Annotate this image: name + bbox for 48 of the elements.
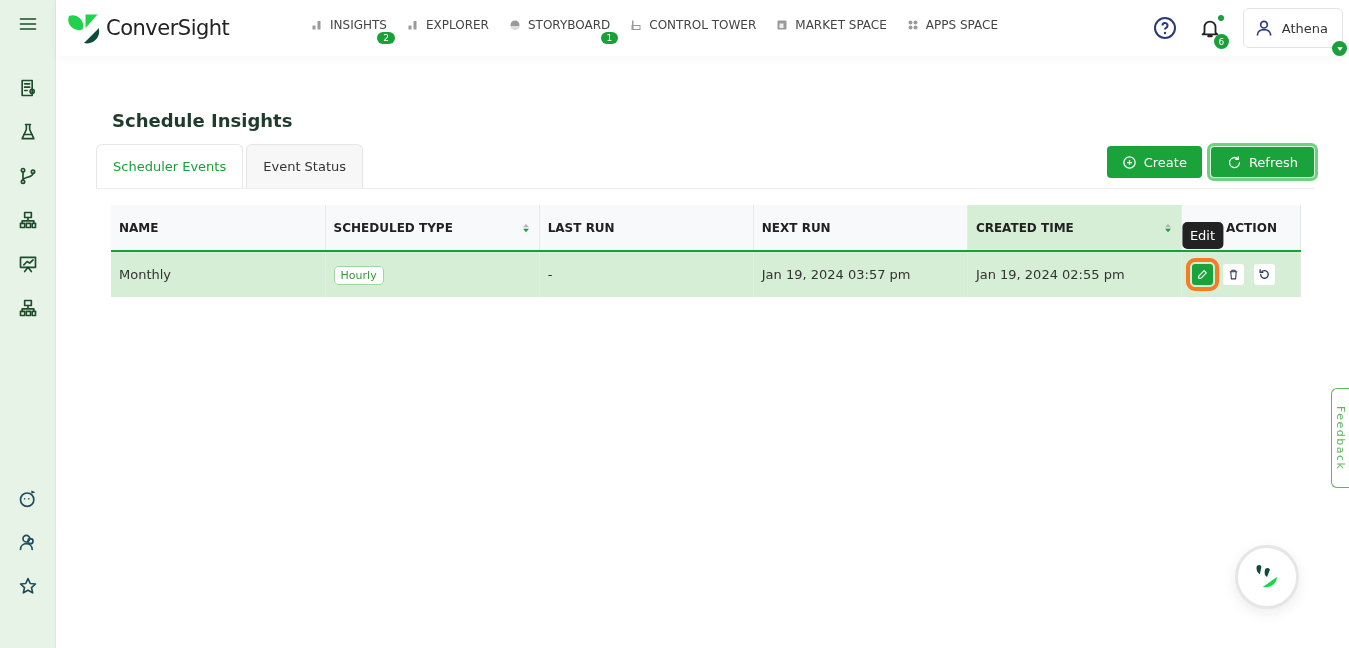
gauge-icon	[508, 19, 521, 31]
tab[interactable]: Scheduler Events	[96, 144, 244, 188]
refresh-icon	[1226, 154, 1242, 170]
nav-link[interactable]: EXPLORER	[406, 18, 489, 32]
bar-chart-icon	[311, 19, 323, 31]
table-cell: Jan 19, 2024 03:57 pm	[761, 267, 911, 282]
sort-icon[interactable]	[1163, 221, 1173, 234]
column-header[interactable]: CREATED TIME	[967, 205, 1182, 251]
tab[interactable]: Event Status	[246, 144, 364, 188]
tower-icon	[630, 19, 643, 31]
count-badge: 1	[600, 32, 619, 44]
star-icon	[17, 576, 38, 596]
trash-icon	[1227, 268, 1240, 281]
page-title: Schedule Insights	[112, 110, 294, 131]
nav-link[interactable]: MARKET SPACE	[776, 18, 887, 32]
table-cell: Jan 19, 2024 02:55 pm	[975, 267, 1125, 282]
table-cell: Monthly	[119, 267, 172, 282]
column-header: NEXT RUN	[753, 205, 968, 251]
count-badge: 6	[1213, 34, 1229, 49]
presentation-icon	[17, 254, 38, 274]
bot-icon	[17, 488, 38, 508]
nav-link[interactable]: STORYBOARD	[508, 18, 611, 32]
hierarchy-icon	[17, 298, 38, 318]
plus-icon	[1121, 154, 1137, 170]
nav-link[interactable]: CONTROL TOWER	[630, 18, 757, 32]
pencil-icon	[1196, 268, 1209, 281]
column-header[interactable]: SCHEDULED TYPE	[325, 205, 540, 251]
hierarchy-icon	[17, 210, 38, 230]
user-icon	[1253, 18, 1274, 38]
table-cell: -	[547, 267, 553, 282]
restore-button[interactable]	[1254, 264, 1275, 285]
delete-button[interactable]	[1223, 264, 1244, 285]
count-badge: 2	[377, 32, 395, 44]
help-button[interactable]	[1152, 16, 1177, 40]
caret-icon[interactable]	[1332, 41, 1347, 56]
column-header: LAST RUN	[539, 205, 754, 251]
nav-link[interactable]: INSIGHTS	[311, 18, 387, 32]
bar-chart-icon	[406, 19, 419, 31]
tooltip: Edit	[1181, 222, 1224, 249]
store-icon	[776, 19, 789, 31]
nav-link[interactable]: APPS SPACE	[906, 18, 998, 32]
user-menu-button[interactable]: Athena	[1242, 8, 1343, 48]
brand-name: ConverSight	[106, 16, 230, 40]
restore-icon	[1258, 268, 1271, 281]
type-tag: Hourly	[333, 266, 384, 285]
column-header: NAME	[111, 205, 326, 251]
apps-icon	[906, 19, 919, 31]
help-icon	[1152, 16, 1177, 40]
